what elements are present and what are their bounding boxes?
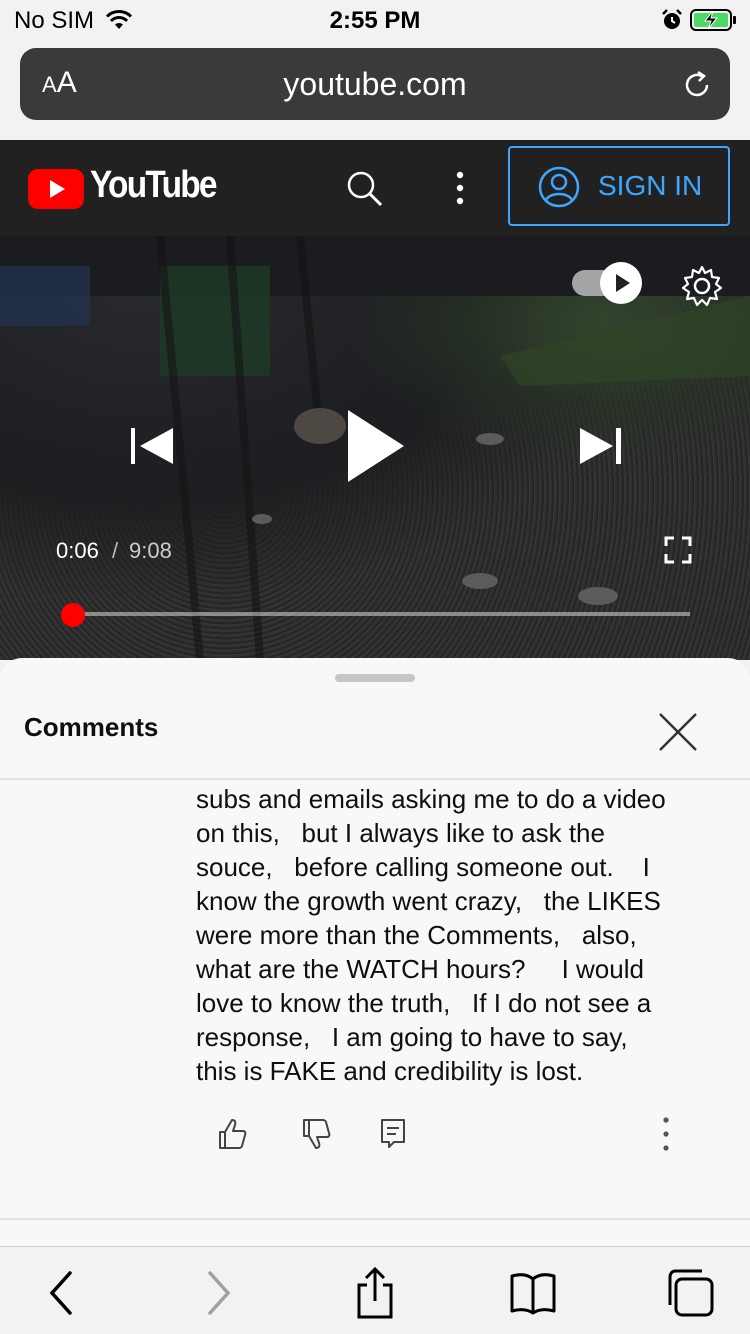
url-text[interactable]: youtube.com <box>20 66 730 103</box>
back-icon[interactable] <box>34 1265 90 1321</box>
autoplay-toggle-icon[interactable] <box>600 262 642 304</box>
dislike-icon[interactable] <box>296 1114 336 1154</box>
search-icon[interactable] <box>344 168 384 208</box>
previous-icon[interactable] <box>128 426 178 466</box>
more-vertical-icon[interactable] <box>646 1114 686 1154</box>
youtube-logo-icon[interactable] <box>28 169 84 209</box>
next-icon[interactable] <box>576 426 626 466</box>
account-icon <box>538 166 580 208</box>
sign-in-label: SIGN IN <box>598 170 703 201</box>
comments-sheet: Comments subs and emails asking me to do… <box>0 658 750 1246</box>
close-icon[interactable] <box>650 704 706 760</box>
status-time: 2:55 PM <box>329 7 421 34</box>
forward-icon[interactable] <box>190 1265 246 1321</box>
comment-body: subs and emails asking me to do a video … <box>196 784 666 1086</box>
comments-title: Comments <box>24 712 159 742</box>
alarm-icon <box>662 9 682 29</box>
sign-in-button[interactable]: SIGN IN <box>508 146 730 226</box>
more-vertical-icon[interactable] <box>448 168 472 208</box>
tabs-icon[interactable] <box>662 1265 718 1321</box>
progress-scrubber[interactable] <box>61 603 85 627</box>
youtube-header: YouTube SIGN IN <box>0 140 750 236</box>
settings-icon[interactable] <box>680 264 724 308</box>
comment-divider <box>0 1218 750 1220</box>
duration: 9:08 <box>129 538 172 563</box>
reply-icon[interactable] <box>372 1114 412 1154</box>
progress-track[interactable] <box>62 612 690 616</box>
sheet-grabber[interactable] <box>335 674 415 682</box>
youtube-logo-text[interactable]: YouTube <box>90 164 218 207</box>
safari-toolbar <box>0 1246 750 1334</box>
time-separator: / <box>112 538 119 563</box>
status-bar: No SIM 2:55 PM <box>0 0 750 40</box>
sheet-divider <box>0 778 750 780</box>
fullscreen-icon[interactable] <box>664 536 692 564</box>
play-icon[interactable] <box>344 408 408 484</box>
current-time: 0:06 <box>56 538 99 563</box>
address-bar[interactable]: AA youtube.com <box>20 48 730 120</box>
bookmarks-icon[interactable] <box>505 1265 561 1321</box>
reload-icon[interactable] <box>680 68 714 102</box>
battery-charging-icon <box>690 9 736 31</box>
share-icon[interactable] <box>347 1265 403 1321</box>
video-player[interactable]: 0:06 / 9:08 <box>0 236 750 660</box>
like-icon[interactable] <box>212 1114 252 1154</box>
